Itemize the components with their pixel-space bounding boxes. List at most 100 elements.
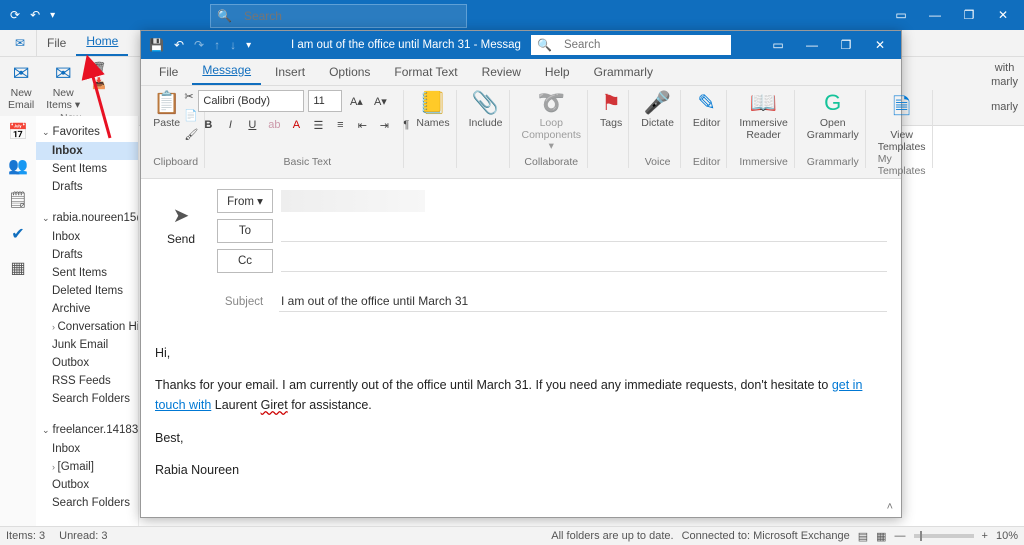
zoom-slider[interactable]	[914, 534, 974, 538]
tab-home[interactable]: Home	[76, 28, 128, 56]
msg-tab-grammarly[interactable]: Grammarly	[584, 59, 663, 85]
nav-a2-outbox[interactable]: Outbox	[36, 476, 138, 494]
outlook-search-box[interactable]: 🔍	[210, 4, 467, 28]
zoom-out-icon[interactable]: —	[895, 530, 906, 542]
msg-tab-insert[interactable]: Insert	[265, 59, 315, 85]
send-button[interactable]: ➤ Send	[155, 189, 207, 259]
misc-ribbon-icons[interactable]: 🗑 📥	[92, 61, 106, 90]
nav-a1-archive[interactable]: Archive	[36, 300, 138, 318]
to-button[interactable]: To	[217, 219, 273, 243]
msg-tab-review[interactable]: Review	[472, 59, 531, 85]
view-normal-icon[interactable]: ▤	[858, 530, 868, 543]
ribbon-display-icon[interactable]: ▭	[884, 0, 918, 30]
message-search-box[interactable]: 🔍	[531, 35, 731, 55]
cut-icon[interactable]: ✂	[184, 90, 198, 103]
decrease-indent-icon[interactable]: ⇤	[352, 115, 372, 135]
message-text-editor[interactable]: Hi, Thanks for your email. I am currentl…	[155, 330, 887, 493]
delete-icon[interactable]: 🗑	[92, 61, 106, 74]
msg-tab-help[interactable]: Help	[535, 59, 580, 85]
account2-header[interactable]: ⌄freelancer.14183@	[36, 420, 138, 440]
minimize-icon[interactable]: —	[918, 0, 952, 30]
nav-a1-junk[interactable]: Junk Email	[36, 336, 138, 354]
quick-access-handle[interactable]: ▾	[50, 10, 55, 21]
msg-close-icon[interactable]: ✕	[863, 31, 897, 59]
nav-a1-drafts[interactable]: Drafts	[36, 246, 138, 264]
immersive-reader-button[interactable]: 📖 Immersive Reader	[739, 90, 787, 141]
format-painter-icon[interactable]: 🖌	[184, 128, 198, 141]
msg-minimize-icon[interactable]: —	[795, 31, 829, 59]
cc-field[interactable]	[281, 251, 887, 272]
cc-button[interactable]: Cc	[217, 249, 273, 273]
paste-button[interactable]: 📋 Paste	[153, 90, 180, 141]
favorites-header[interactable]: ⌄Favorites	[36, 122, 138, 142]
msg-tab-message[interactable]: Message	[192, 57, 261, 85]
tab-file[interactable]: File	[37, 30, 76, 56]
nav-sent[interactable]: Sent Items	[36, 160, 138, 178]
outlook-search-input[interactable]	[238, 9, 466, 23]
mail-module-icon[interactable]: ✉	[4, 30, 37, 56]
numbering-icon[interactable]: ≡	[330, 115, 350, 135]
maximize-icon[interactable]: ❐	[952, 0, 986, 30]
account1-header[interactable]: ⌄rabia.noureen15@	[36, 208, 138, 228]
to-field[interactable]	[281, 221, 887, 242]
underline-icon[interactable]: U	[242, 115, 262, 135]
view-reading-icon[interactable]: ▦	[876, 530, 886, 543]
nav-a1-conv-history[interactable]: › Conversation History	[36, 318, 138, 336]
nav-drafts[interactable]: Drafts	[36, 178, 138, 196]
view-templates-button[interactable]: 🗎 View Templates	[878, 90, 926, 153]
calendar-icon[interactable]: 📅	[8, 122, 28, 142]
copy-icon[interactable]: 📄	[184, 109, 198, 122]
nav-a2-search[interactable]: Search Folders	[36, 494, 138, 512]
archive-icon[interactable]: 📥	[92, 77, 106, 90]
quick-access-handle[interactable]: ▾	[246, 40, 251, 51]
new-items-button[interactable]: ✉ New Items ▾	[46, 61, 80, 117]
grow-font-icon[interactable]: A▴	[346, 91, 366, 111]
save-icon[interactable]: 💾	[149, 38, 164, 52]
ribbon-display-icon[interactable]: ▭	[761, 31, 795, 59]
nav-a2-inbox[interactable]: Inbox	[36, 440, 138, 458]
close-icon[interactable]: ✕	[986, 0, 1020, 30]
bullets-icon[interactable]: ☰	[308, 115, 328, 135]
msg-tab-file[interactable]: File	[149, 59, 188, 85]
subject-field[interactable]	[279, 291, 887, 312]
nav-a1-rss[interactable]: RSS Feeds	[36, 372, 138, 390]
nav-a1-deleted[interactable]: Deleted Items	[36, 282, 138, 300]
nav-a1-inbox[interactable]: Inbox	[36, 228, 138, 246]
refresh-icon[interactable]: ⟳	[10, 8, 20, 22]
loop-button[interactable]: ➰ Loop Components ▾	[522, 90, 582, 153]
redo-icon[interactable]: ↷	[194, 38, 204, 52]
dictate-button[interactable]: 🎤 Dictate	[641, 90, 674, 130]
from-button[interactable]: From ▾	[217, 189, 273, 213]
zoom-in-icon[interactable]: +	[982, 530, 988, 542]
tags-button[interactable]: ⚑ Tags	[600, 90, 622, 130]
nav-a1-search[interactable]: Search Folders	[36, 390, 138, 408]
nav-inbox[interactable]: Inbox	[36, 142, 138, 160]
editor-button[interactable]: ✎ Editor	[693, 90, 720, 130]
include-button[interactable]: 📎 Include	[469, 90, 503, 130]
msg-maximize-icon[interactable]: ❐	[829, 31, 863, 59]
msg-tab-format[interactable]: Format Text	[384, 59, 467, 85]
open-grammarly-button[interactable]: G Open Grammarly	[807, 90, 859, 141]
undo-icon[interactable]: ↶	[30, 8, 40, 22]
italic-icon[interactable]: I	[220, 115, 240, 135]
font-color-icon[interactable]: A	[286, 115, 306, 135]
undo-icon[interactable]: ↶	[174, 38, 184, 52]
highlight-icon[interactable]: ab	[264, 115, 284, 135]
nav-a1-sent[interactable]: Sent Items	[36, 264, 138, 282]
font-name-select[interactable]: Calibri (Body)	[198, 90, 304, 112]
increase-indent-icon[interactable]: ⇥	[374, 115, 394, 135]
names-button[interactable]: 📒 Names	[416, 90, 449, 130]
msg-tab-options[interactable]: Options	[319, 59, 380, 85]
collapse-ribbon-icon[interactable]: ˄	[887, 501, 893, 513]
people-icon[interactable]: 👥	[8, 156, 28, 176]
todo-icon[interactable]: ✔	[11, 224, 24, 244]
font-size-select[interactable]: 11	[308, 90, 342, 112]
more-apps-icon[interactable]: ▦	[10, 258, 25, 278]
new-email-button[interactable]: ✉ New Email	[8, 61, 34, 117]
nav-a2-gmail[interactable]: › [Gmail]	[36, 458, 138, 476]
notes-icon[interactable]: 🗒	[8, 190, 28, 210]
from-field[interactable]	[281, 190, 425, 212]
shrink-font-icon[interactable]: A▾	[370, 91, 390, 111]
message-search-input[interactable]	[558, 39, 731, 51]
up-icon[interactable]: ↑	[214, 38, 220, 52]
